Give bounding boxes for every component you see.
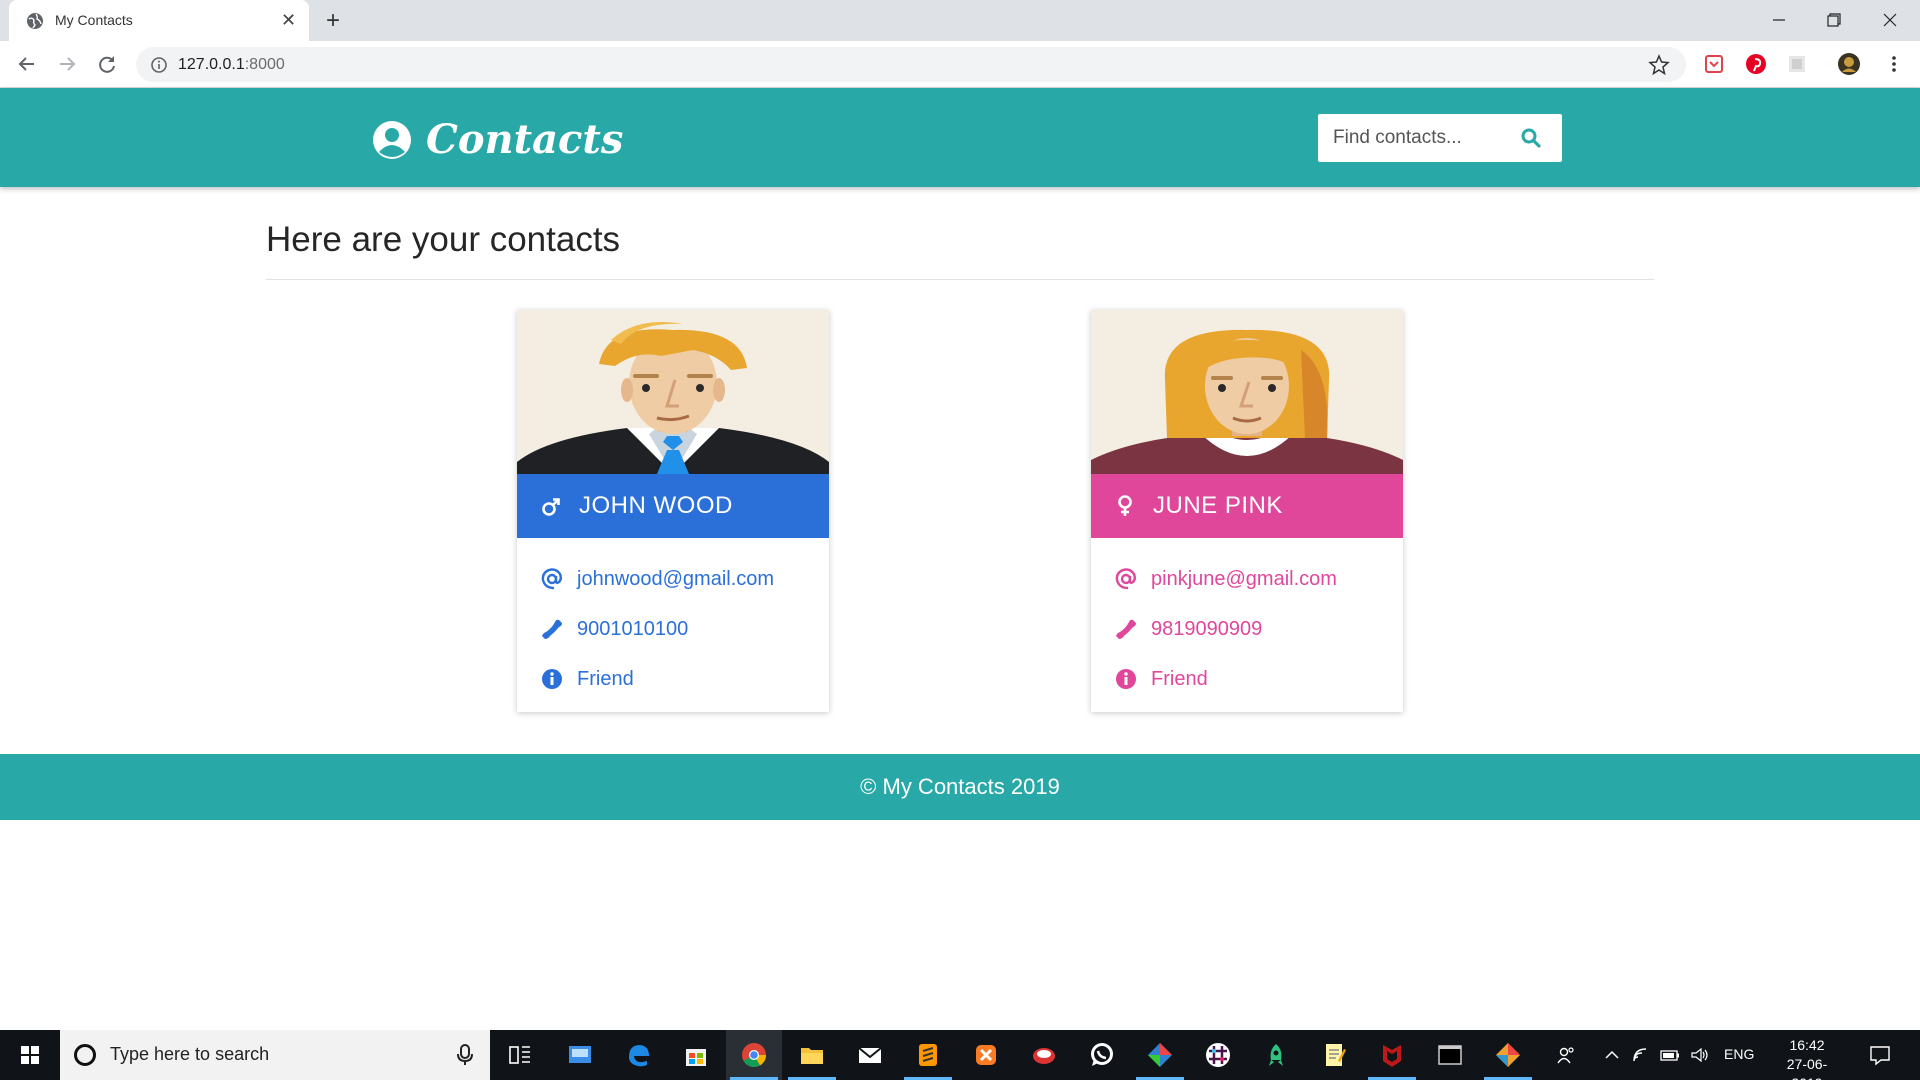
brand[interactable]: Contacts xyxy=(372,116,623,163)
back-arrow-icon[interactable] xyxy=(14,51,40,77)
people-icon[interactable] xyxy=(1556,1045,1576,1065)
divider xyxy=(266,279,1654,280)
restore-icon[interactable] xyxy=(1818,8,1848,32)
address-bar[interactable]: 127.0.0.1:8000 xyxy=(136,47,1686,82)
contact-email[interactable]: johnwood@gmail.com xyxy=(577,568,774,591)
page-heading: Here are your contacts xyxy=(266,220,621,259)
contact-name: JOHN WOOD xyxy=(579,492,733,519)
extension-icon[interactable] xyxy=(1786,53,1808,75)
microphone-icon[interactable] xyxy=(454,1043,476,1067)
contact-category-row: Friend xyxy=(541,654,774,704)
tab-close-icon[interactable]: ✕ xyxy=(281,10,296,31)
taskbar: Type here to search ENG 16:42 27-06-2019 xyxy=(0,1030,1920,1080)
notepad-icon[interactable] xyxy=(1306,1030,1362,1080)
more-menu-icon[interactable] xyxy=(1883,53,1905,75)
contact-email[interactable]: pinkjune@gmail.com xyxy=(1151,568,1337,591)
downloader-icon[interactable] xyxy=(1016,1030,1072,1080)
star-icon[interactable] xyxy=(1648,54,1670,76)
contact-phone-row[interactable]: 9819090909 xyxy=(1115,604,1337,654)
reload-icon[interactable] xyxy=(94,51,120,77)
info-circle-icon xyxy=(1116,669,1136,689)
git-extension-icon[interactable] xyxy=(1132,1030,1188,1080)
globe-icon xyxy=(27,13,43,29)
edge-browser-icon[interactable] xyxy=(610,1030,666,1080)
git-gui-icon[interactable] xyxy=(1480,1030,1536,1080)
url-text: 127.0.0.1:8000 xyxy=(178,56,285,74)
taskbar-search-box[interactable]: Type here to search xyxy=(60,1030,490,1080)
site-footer: © My Contacts 2019 xyxy=(0,754,1920,820)
task-view-icon[interactable] xyxy=(492,1030,548,1080)
contact-name: JUNE PINK xyxy=(1153,492,1283,519)
user-circle-icon xyxy=(373,120,411,159)
contact-email-row[interactable]: pinkjune@gmail.com xyxy=(1115,554,1337,604)
web-page: Contacts Here are your contacts xyxy=(0,88,1920,1030)
at-sign-icon xyxy=(1115,568,1136,590)
xampp-icon[interactable] xyxy=(958,1030,1014,1080)
minimize-icon[interactable] xyxy=(1764,8,1794,32)
chrome-icon[interactable] xyxy=(726,1030,782,1080)
search-input[interactable] xyxy=(1318,114,1518,162)
browser-tab[interactable]: My Contacts ✕ xyxy=(9,0,309,41)
url-host: 127.0.0.1 xyxy=(178,56,245,73)
rocket-app-icon[interactable] xyxy=(1248,1030,1304,1080)
brand-title: Contacts xyxy=(426,116,624,163)
chevron-up-icon[interactable] xyxy=(1602,1045,1622,1065)
contact-name-bar: JUNE PINK xyxy=(1091,474,1403,538)
whatsapp-icon[interactable] xyxy=(1074,1030,1130,1080)
clock-date: 27-06-2019 xyxy=(1786,1056,1828,1080)
new-tab-button[interactable]: + xyxy=(326,7,340,35)
profile-avatar[interactable] xyxy=(1838,53,1860,75)
clock[interactable]: 16:42 27-06-2019 xyxy=(1772,1036,1842,1080)
contact-phone[interactable]: 9001010100 xyxy=(577,618,688,641)
tab-title: My Contacts xyxy=(55,12,133,28)
contact-category: Friend xyxy=(1151,667,1208,690)
contact-category-row: Friend xyxy=(1115,654,1337,704)
male-symbol-icon xyxy=(542,498,560,516)
contact-category: Friend xyxy=(577,667,634,690)
female-avatar-image xyxy=(1091,310,1403,474)
contact-name-bar: JOHN WOOD xyxy=(517,474,829,538)
mail-icon[interactable] xyxy=(842,1030,898,1080)
control-panel-icon[interactable] xyxy=(552,1030,608,1080)
contact-phone-row[interactable]: 9001010100 xyxy=(541,604,774,654)
at-sign-icon xyxy=(541,568,562,590)
pocket-extension-icon[interactable] xyxy=(1703,53,1725,75)
sublime-text-icon[interactable] xyxy=(900,1030,956,1080)
browser-tabstrip: My Contacts ✕ + xyxy=(0,0,1920,41)
phone-icon xyxy=(542,619,562,639)
windows-start-icon[interactable] xyxy=(0,1030,60,1080)
url-port: :8000 xyxy=(244,56,285,73)
cortana-icon xyxy=(74,1044,96,1066)
pinterest-extension-icon[interactable] xyxy=(1745,53,1767,75)
female-symbol-icon xyxy=(1118,495,1132,516)
language-indicator[interactable]: ENG xyxy=(1724,1046,1754,1062)
volume-icon[interactable] xyxy=(1690,1045,1710,1065)
file-explorer-icon[interactable] xyxy=(784,1030,840,1080)
phone-icon xyxy=(1116,619,1136,639)
contact-card: JOHN WOOD johnwood@gmail.com 9001010100 … xyxy=(517,310,829,712)
browser-toolbar: 127.0.0.1:8000 xyxy=(0,41,1920,88)
mcafee-icon[interactable] xyxy=(1364,1030,1420,1080)
store-icon[interactable] xyxy=(668,1030,724,1080)
footer-text: © My Contacts 2019 xyxy=(860,774,1060,799)
wifi-icon[interactable] xyxy=(1631,1045,1651,1065)
contact-email-row[interactable]: johnwood@gmail.com xyxy=(541,554,774,604)
info-circle-icon xyxy=(542,669,562,689)
male-avatar-image xyxy=(517,310,829,474)
battery-icon[interactable] xyxy=(1660,1045,1680,1065)
taskbar-search-placeholder: Type here to search xyxy=(110,1044,270,1064)
terminal-icon[interactable] xyxy=(1422,1030,1478,1080)
notification-icon[interactable] xyxy=(1868,1044,1892,1066)
window-close-icon[interactable] xyxy=(1875,8,1905,32)
contact-phone[interactable]: 9819090909 xyxy=(1151,618,1262,641)
info-icon[interactable] xyxy=(150,56,168,74)
slack-icon[interactable] xyxy=(1190,1030,1246,1080)
search-icon[interactable] xyxy=(1520,127,1542,149)
clock-time: 16:42 xyxy=(1789,1037,1825,1053)
search-box xyxy=(1318,114,1562,162)
site-header: Contacts xyxy=(0,88,1920,187)
forward-arrow-icon[interactable] xyxy=(54,51,80,77)
contact-card: JUNE PINK pinkjune@gmail.com 9819090909 … xyxy=(1091,310,1403,712)
